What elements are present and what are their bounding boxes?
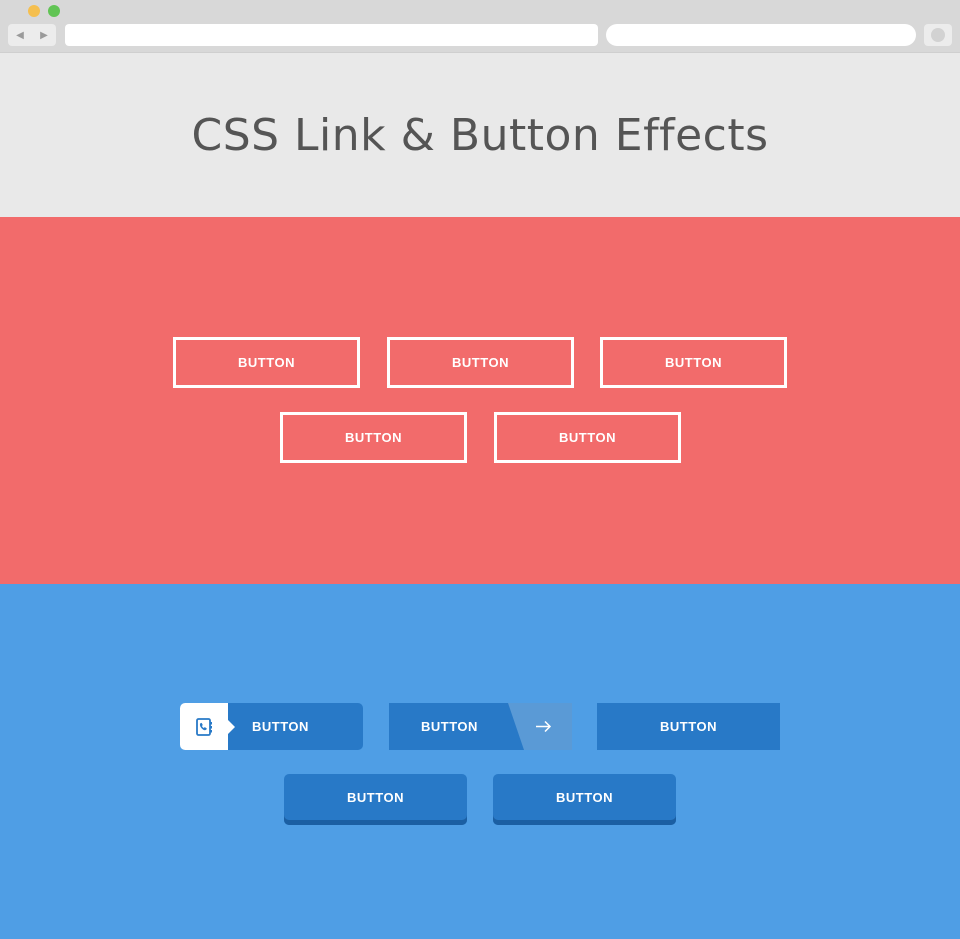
raised-button-2[interactable]: BUTTON <box>493 774 676 825</box>
address-bar[interactable] <box>65 24 598 46</box>
raised-button-1[interactable]: BUTTON <box>284 774 467 825</box>
outline-button-5[interactable]: BUTTON <box>494 412 681 463</box>
minimize-window-icon[interactable] <box>28 5 40 17</box>
browser-chrome: ◀ ▶ <box>0 0 960 584</box>
outline-button-1[interactable]: BUTTON <box>173 337 360 388</box>
arrow-button[interactable]: BUTTON <box>389 703 572 750</box>
icon-button-iconbox <box>180 703 235 750</box>
outline-buttons-section: BUTTON BUTTON BUTTON BUTTON BUTTON <box>0 217 960 584</box>
arrow-button-slant <box>508 703 572 750</box>
arrow-button-label: BUTTON <box>421 719 478 734</box>
icon-button-label: BUTTON <box>252 719 309 734</box>
page-title: CSS Link & Button Effects <box>191 110 769 161</box>
page-header: CSS Link & Button Effects <box>0 54 960 217</box>
back-arrow-icon[interactable]: ◀ <box>16 30 24 41</box>
solid-buttons-section: BUTTON BUTTON BUTTON BUTTON BUTTON <box>0 584 960 939</box>
extension-button[interactable] <box>924 24 952 46</box>
navigation-buttons: ◀ ▶ <box>8 24 56 46</box>
icon-button[interactable]: BUTTON <box>180 703 363 750</box>
search-bar[interactable] <box>606 24 916 46</box>
plain-button[interactable]: BUTTON <box>597 703 780 750</box>
phone-book-icon <box>196 717 212 736</box>
outline-button-3[interactable]: BUTTON <box>600 337 787 388</box>
outline-button-2[interactable]: BUTTON <box>387 337 574 388</box>
extension-icon <box>931 28 945 42</box>
maximize-window-icon[interactable] <box>48 5 60 17</box>
forward-arrow-icon[interactable]: ▶ <box>40 30 48 41</box>
outline-button-4[interactable]: BUTTON <box>280 412 467 463</box>
